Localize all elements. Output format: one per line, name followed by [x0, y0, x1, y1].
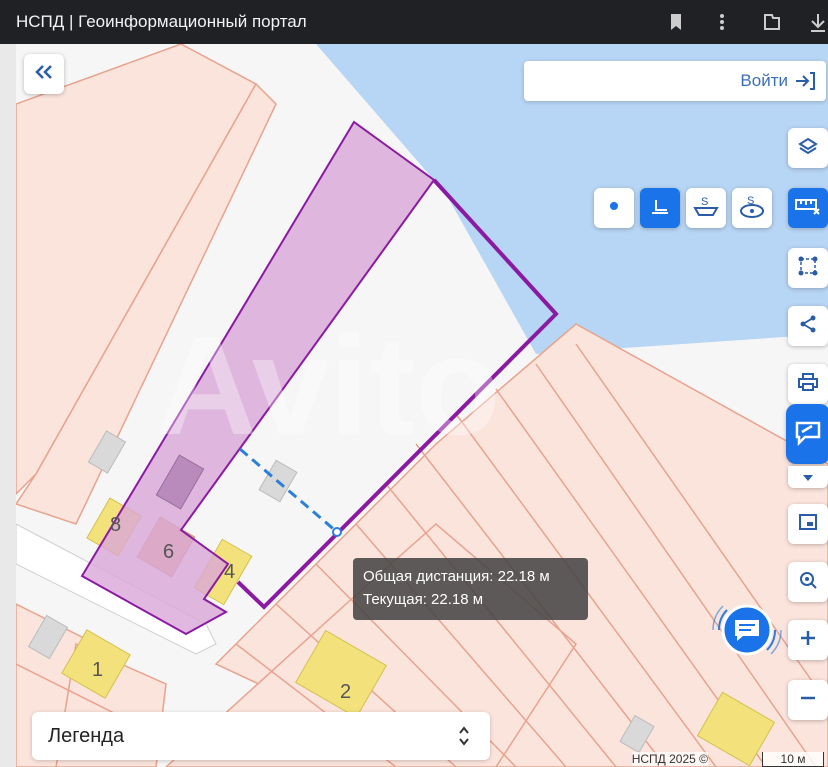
zoom-in-button[interactable]	[788, 620, 828, 660]
parcel-label-8: 8	[110, 514, 121, 536]
chat-bubble-icon	[793, 417, 823, 452]
parcel-label-1: 1	[92, 659, 103, 681]
login-icon	[796, 72, 815, 90]
map-canvas: Avito 8 6 4 1 2	[16, 44, 828, 767]
geolocation-icon	[798, 570, 818, 595]
parcel-label-4: 4	[224, 561, 235, 583]
double-chevron-left-icon	[35, 64, 53, 84]
panel-icon	[798, 513, 818, 536]
point-icon	[608, 199, 620, 217]
ruler-tool-button[interactable]	[788, 188, 828, 228]
select-area-icon	[798, 256, 818, 281]
svg-text:S: S	[701, 196, 708, 208]
bookmark-icon[interactable]	[660, 0, 692, 44]
legend-label: Легенда	[48, 725, 125, 747]
extensions-icon[interactable]	[756, 0, 788, 44]
geolocation-button[interactable]	[788, 562, 828, 602]
collapse-panel-button[interactable]	[24, 54, 64, 94]
share-button[interactable]	[788, 306, 828, 346]
copyright: НСПД 2025 ©	[631, 752, 708, 766]
support-chat-button[interactable]	[709, 592, 785, 668]
circle-measure-icon: S	[738, 193, 766, 224]
line-measure-icon	[650, 197, 670, 220]
legend-panel[interactable]: Легенда	[32, 712, 490, 760]
measure-point	[332, 527, 342, 537]
more-vert-icon[interactable]	[706, 0, 738, 44]
area-measure-button[interactable]: S	[686, 188, 726, 228]
point-measure-button[interactable]	[594, 188, 634, 228]
download-icon[interactable]	[802, 0, 828, 44]
select-area-button[interactable]	[788, 248, 828, 288]
ruler-close-icon	[795, 197, 821, 220]
chat-bubble-button[interactable]	[786, 404, 828, 464]
zoom-out-icon	[799, 689, 817, 712]
layers-button[interactable]	[788, 128, 828, 168]
login-button[interactable]: Войти	[524, 61, 826, 101]
browser-top-bar: НСПД | Геоинформационный портал	[0, 0, 828, 44]
parcel-label-2: 2	[340, 681, 351, 703]
scale-bar: 10 м	[762, 752, 824, 767]
unfold-icon	[459, 726, 469, 746]
print-icon	[797, 372, 819, 397]
share-icon	[798, 314, 818, 339]
circle-measure-button[interactable]: S	[732, 188, 772, 228]
watermark: Avito	[156, 307, 501, 464]
layers-icon	[798, 137, 818, 160]
zoom-out-button[interactable]	[788, 680, 828, 720]
panel-toggle-button[interactable]	[788, 504, 828, 544]
map-view[interactable]: Avito 8 6 4 1 2 Войти S S Общая дистанци…	[16, 44, 828, 767]
tab-title: НСПД | Геоинформационный портал	[16, 12, 307, 31]
print-button[interactable]	[788, 364, 828, 404]
parcel-label-6: 6	[163, 541, 174, 563]
line-measure-button[interactable]	[640, 188, 680, 228]
zoom-in-icon	[799, 629, 817, 652]
area-measure-icon: S	[692, 194, 720, 223]
chevron-down-icon	[803, 468, 813, 486]
measurement-tooltip: Общая дистанция: 22.18 м Текущая: 22.18 …	[353, 558, 588, 620]
expand-toolbar-button[interactable]	[788, 466, 828, 488]
login-label: Войти	[740, 71, 788, 90]
total-distance: Общая дистанция: 22.18 м	[363, 568, 550, 585]
current-distance: Текущая: 22.18 м	[363, 591, 484, 608]
